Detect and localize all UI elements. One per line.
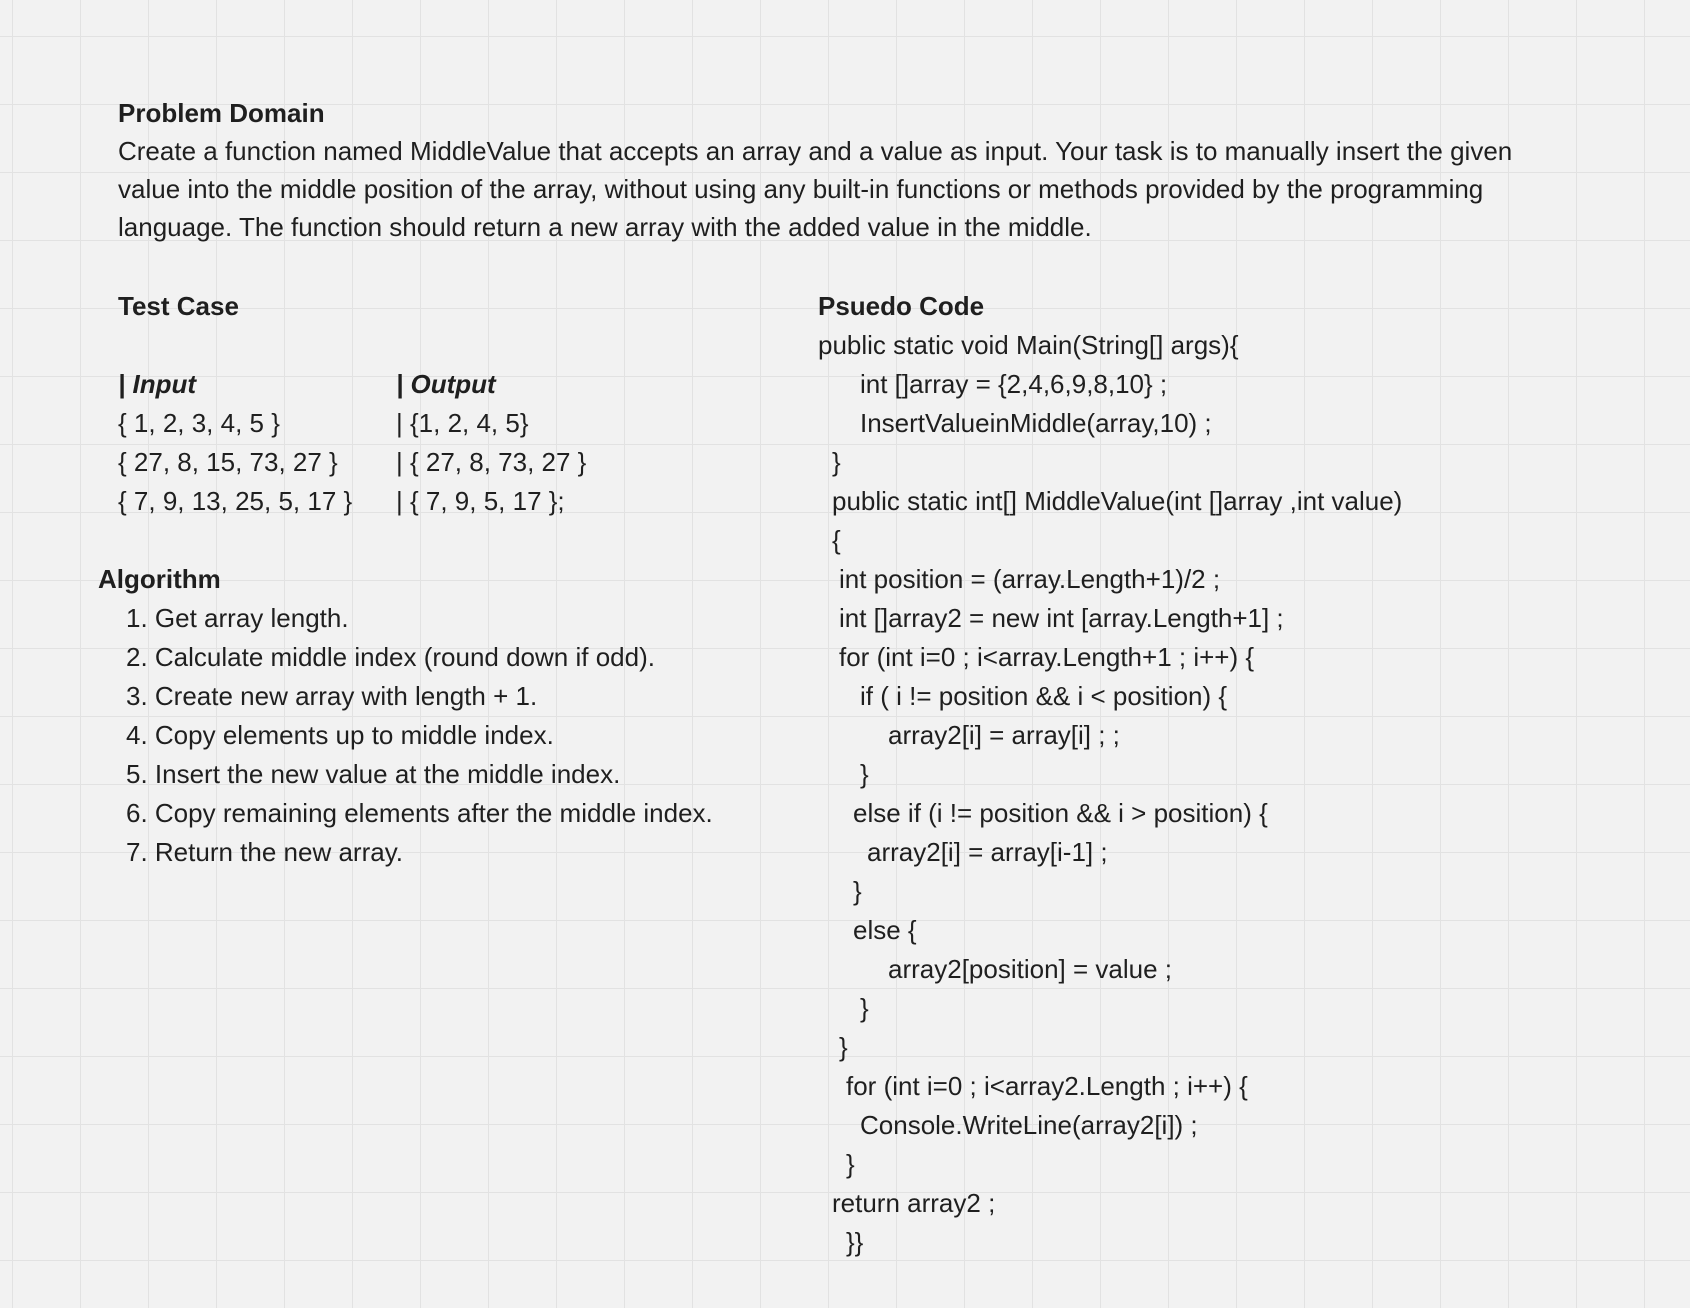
code-line: }	[853, 876, 862, 906]
algorithm-step: 4. Copy elements up to middle index.	[126, 720, 554, 750]
code-line: }}	[846, 1227, 864, 1257]
input-column-header: | Input	[118, 369, 197, 399]
code-line: {	[832, 525, 841, 555]
code-line: array2[i] = array[i-1] ;	[867, 837, 1108, 867]
code-line: }	[860, 759, 869, 789]
code-line: }	[846, 1149, 855, 1179]
algorithm-step: 3. Create new array with length + 1.	[126, 681, 538, 711]
algorithm-heading: Algorithm	[98, 564, 221, 594]
algorithm-step: 5. Insert the new value at the middle in…	[126, 759, 621, 789]
algorithm-step: 2. Calculate middle index (round down if…	[126, 642, 655, 672]
test-output-cell: | {1, 2, 4, 5}	[396, 408, 529, 438]
problem-domain-text: Create a function named MiddleValue that…	[118, 132, 1638, 246]
code-line: for (int i=0 ; i<array.Length+1 ; i++) {	[839, 642, 1255, 672]
code-line: return array2 ;	[832, 1188, 996, 1218]
problem-domain-line: Create a function named MiddleValue that…	[118, 136, 1513, 166]
test-input-cell: { 7, 9, 13, 25, 5, 17 }	[118, 486, 353, 516]
algorithm-step: 6. Copy remaining elements after the mid…	[126, 798, 713, 828]
code-line: InsertValueinMiddle(array,10) ;	[860, 408, 1212, 438]
problem-domain-line: value into the middle position of the ar…	[118, 174, 1484, 204]
algorithm-step: 1. Get array length.	[126, 603, 349, 633]
test-output-cell: | { 27, 8, 73, 27 }	[396, 447, 587, 477]
code-line: int position = (array.Length+1)/2 ;	[839, 564, 1221, 594]
code-line: }	[860, 993, 869, 1023]
code-line: public static void Main(String[] args){	[818, 330, 1239, 360]
code-line: int []array2 = new int [array.Length+1] …	[839, 603, 1284, 633]
test-input-cell: { 27, 8, 15, 73, 27 }	[118, 447, 338, 477]
test-output-cell: | { 7, 9, 5, 17 };	[396, 486, 565, 516]
code-line: int []array = {2,4,6,9,8,10} ;	[860, 369, 1168, 399]
output-column-header: | Output	[396, 369, 496, 399]
code-line: }	[839, 1032, 848, 1062]
problem-domain-line: language. The function should return a n…	[118, 212, 1092, 242]
problem-domain-heading: Problem Domain	[118, 98, 325, 128]
algorithm-step: 7. Return the new array.	[126, 837, 403, 867]
code-line: }	[832, 447, 841, 477]
test-input-cell: { 1, 2, 3, 4, 5 }	[118, 408, 280, 438]
code-line: for (int i=0 ; i<array2.Length ; i++) {	[846, 1071, 1248, 1101]
test-case-heading: Test Case	[118, 291, 239, 321]
code-line: public static int[] MiddleValue(int []ar…	[832, 486, 1403, 516]
code-line: if ( i != position && i < position) {	[860, 681, 1228, 711]
code-line: array2[position] = value ;	[888, 954, 1172, 984]
code-line: Console.WriteLine(array2[i]) ;	[860, 1110, 1198, 1140]
pseudo-code-heading: Psuedo Code	[818, 291, 985, 321]
code-line: else if (i != position && i > position) …	[853, 798, 1268, 828]
code-line: array2[i] = array[i] ; ;	[888, 720, 1120, 750]
code-line: else {	[853, 915, 917, 945]
